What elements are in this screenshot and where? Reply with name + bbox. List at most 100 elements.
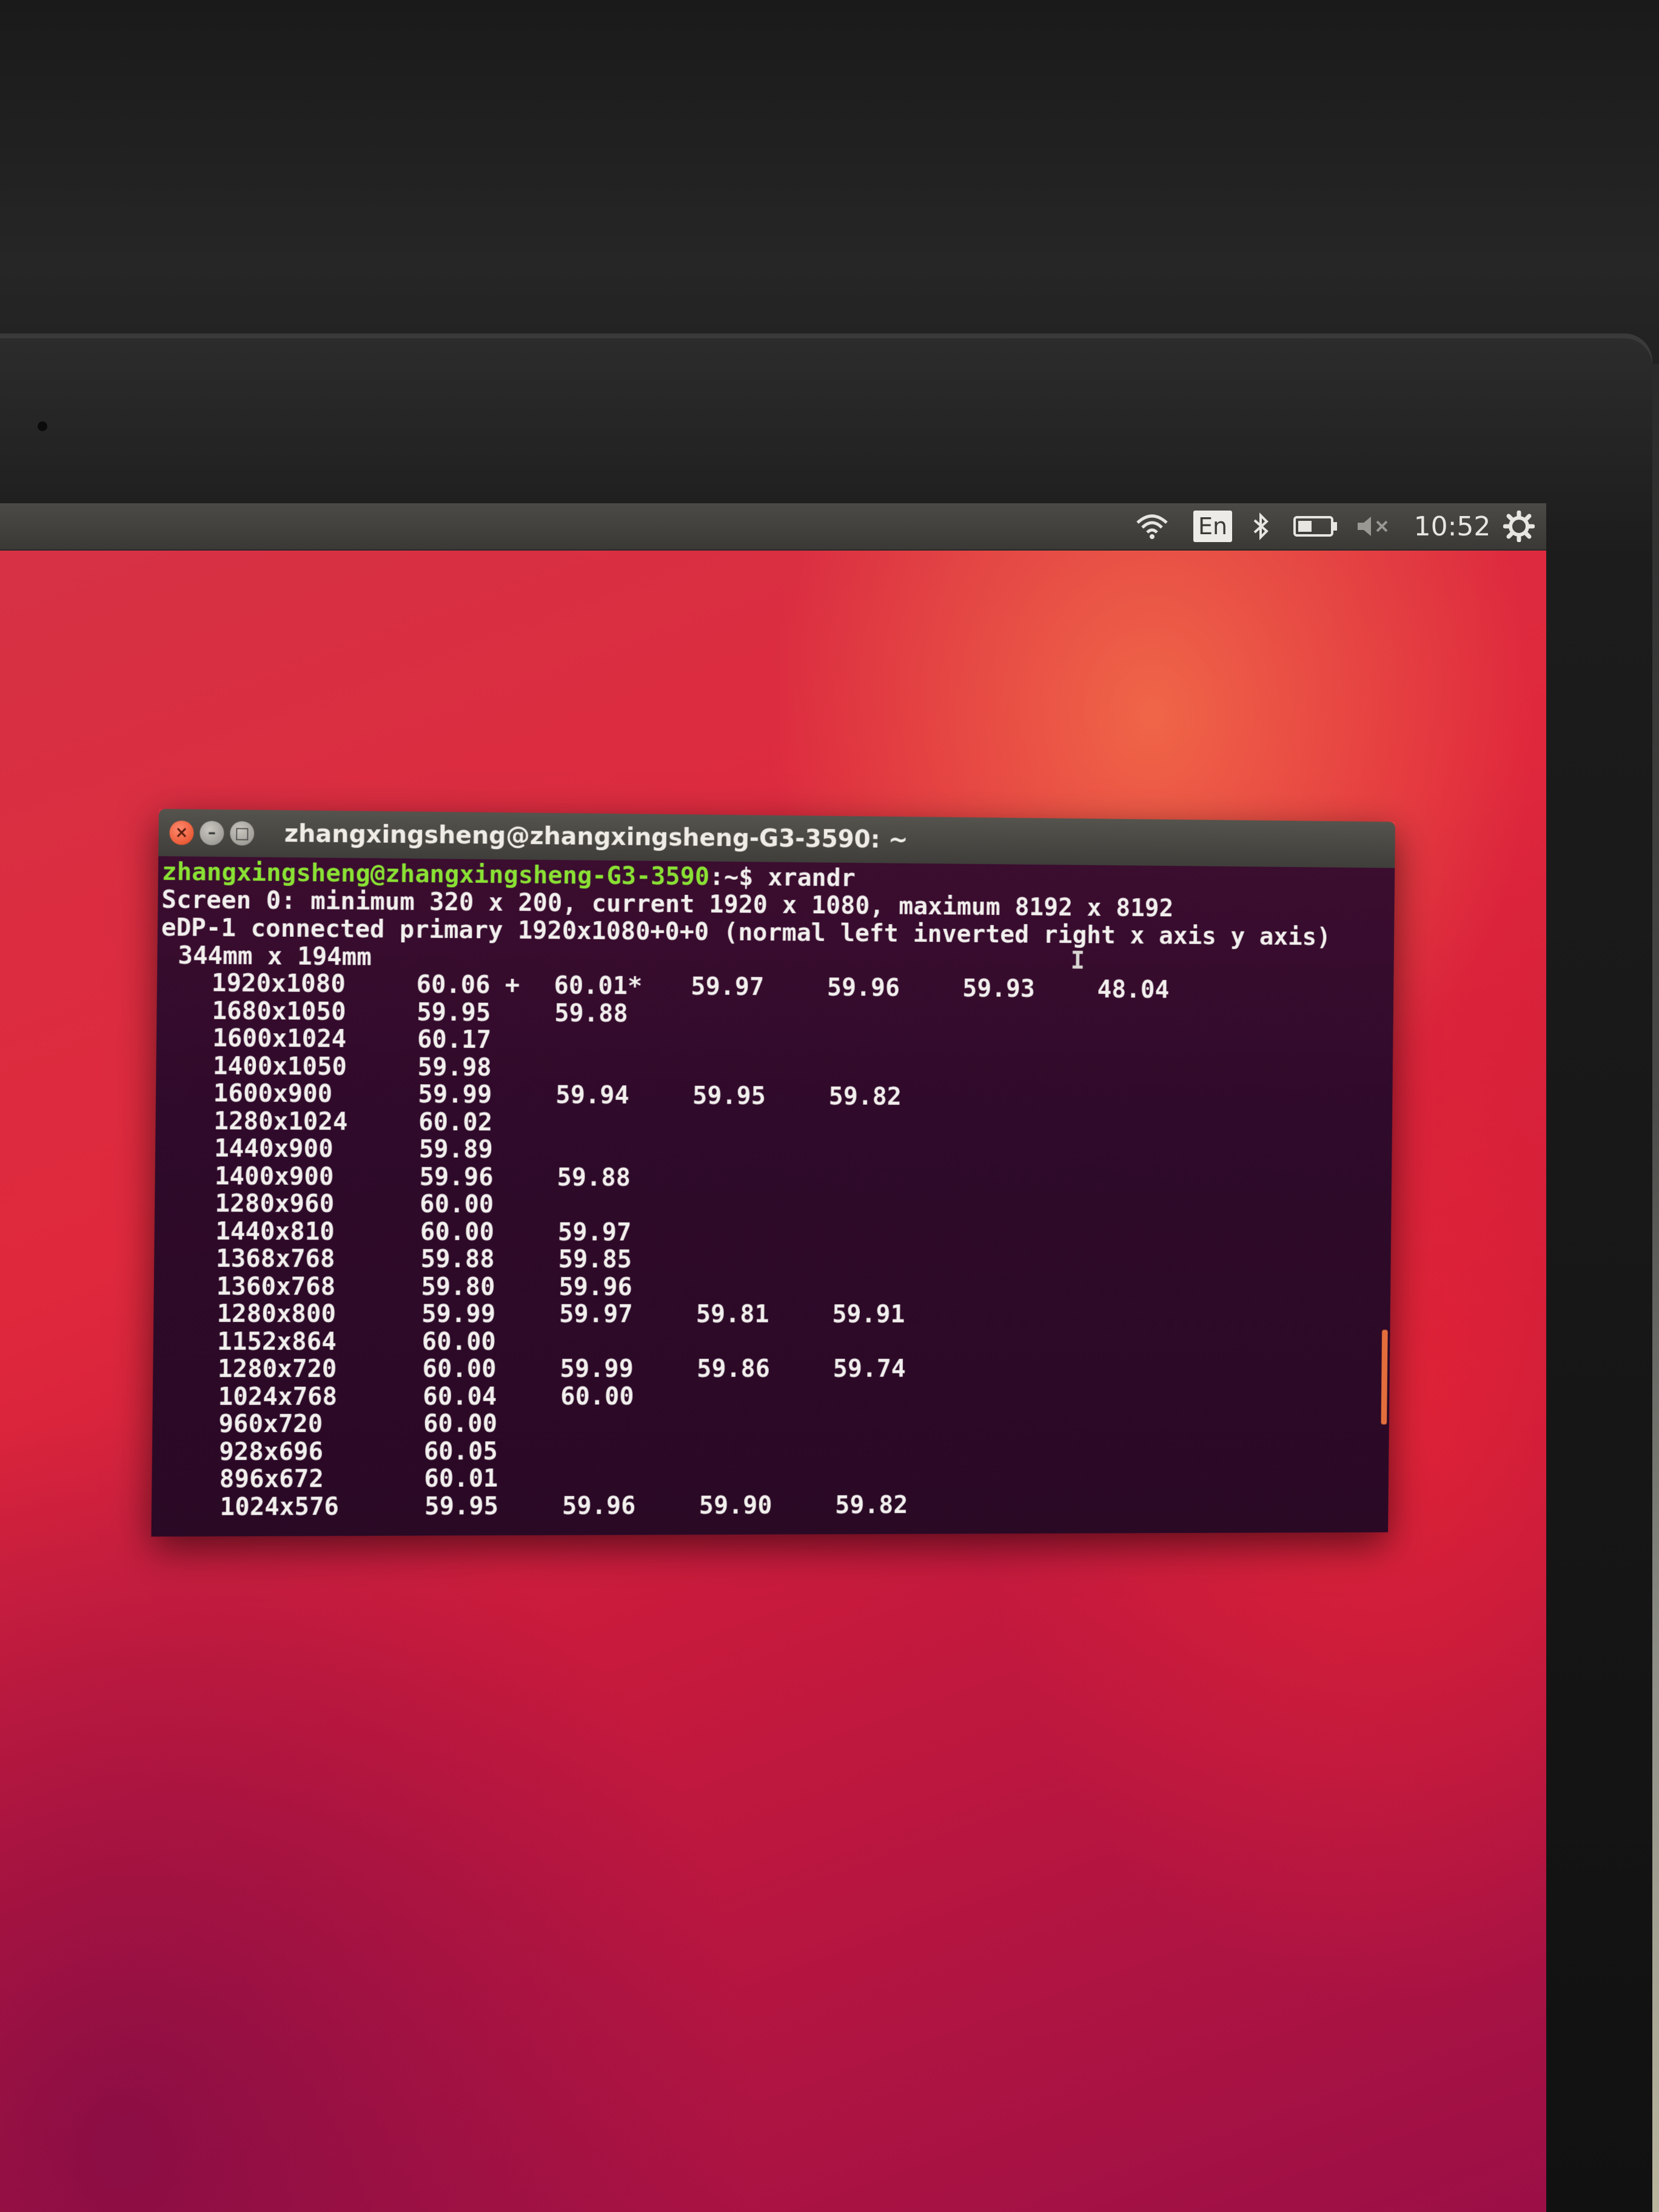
mode-refresh-rate: 59.96 xyxy=(561,1490,636,1520)
mode-refresh-rate: 60.00 xyxy=(421,1326,497,1356)
mode-row: 1280x1024 60.02 xyxy=(155,1105,1392,1139)
mode-refresh-rate: 59.99 xyxy=(560,1354,634,1383)
prompt-path: :~$ xyxy=(709,862,768,892)
mode-refresh-rate: 59.82 xyxy=(835,1490,908,1520)
mode-refresh-rate: 59.95 xyxy=(424,1491,499,1521)
mode-refresh-rate: 60.01 xyxy=(424,1463,498,1493)
command-text: xrandr xyxy=(768,862,856,893)
mode-refresh-rate: 60.00 xyxy=(420,1189,494,1219)
mode-row: 1440x810 60.00 59.97 xyxy=(154,1216,1391,1247)
webcam-dot xyxy=(38,421,47,431)
clock[interactable]: 10:52 xyxy=(1407,503,1498,549)
mode-resolution: 1024x576 xyxy=(220,1491,340,1521)
mode-refresh-rate: 59.97 xyxy=(557,1217,632,1247)
mode-refresh-rate: 60.00 xyxy=(423,1409,498,1438)
mode-refresh-rate: 59.98 xyxy=(417,1052,492,1082)
mode-row: 1440x900 59.89 xyxy=(155,1133,1392,1166)
mode-resolution: 1280x720 xyxy=(217,1354,337,1383)
mode-resolution: 1400x900 xyxy=(214,1161,334,1191)
mode-resolution: 1400x1050 xyxy=(212,1051,347,1081)
mode-resolution: 1600x900 xyxy=(213,1078,333,1108)
mode-refresh-rate: 59.88 xyxy=(420,1244,495,1273)
mode-row: 1280x800 59.99 59.97 59.81 59.91 xyxy=(153,1299,1390,1329)
mode-refresh-rate: 59.90 xyxy=(699,1490,773,1520)
mode-refresh-rate: 60.04 xyxy=(423,1381,497,1411)
maximize-icon[interactable]: □ xyxy=(230,821,255,846)
mode-row: 1024x768 60.04 60.00 xyxy=(153,1381,1390,1411)
mode-refresh-rate: 59.82 xyxy=(828,1081,902,1111)
mode-resolution: 1368x768 xyxy=(215,1244,335,1273)
mode-refresh-rate: 60.00 xyxy=(560,1381,634,1410)
mode-resolution: 1440x810 xyxy=(215,1216,335,1246)
mode-resolution: 1440x900 xyxy=(213,1133,333,1164)
mode-refresh-rate: 60.00 xyxy=(420,1216,495,1246)
mode-resolution: 960x720 xyxy=(218,1409,323,1438)
terminal-title: zhangxingsheng@zhangxingsheng-G3-3590: ~ xyxy=(284,820,908,854)
mode-refresh-rate: 59.85 xyxy=(558,1244,632,1274)
mode-refresh-rate: 59.94 xyxy=(555,1080,629,1110)
mode-refresh-rate: 59.97 xyxy=(691,971,765,1001)
mode-refresh-rate: 59.96 xyxy=(826,973,900,1002)
language-label: En xyxy=(1193,511,1233,542)
mode-refresh-rate: 59.88 xyxy=(557,1162,631,1191)
mode-refresh-rate: 59.96 xyxy=(558,1272,632,1301)
mode-refresh-rate: 59.88 xyxy=(554,998,628,1028)
terminal-output[interactable]: zhangxingsheng@zhangxingsheng-G3-3590:~$… xyxy=(151,856,1395,1537)
mode-row: 1360x768 59.80 59.96 xyxy=(154,1271,1391,1301)
mode-resolution: 928x696 xyxy=(218,1436,324,1466)
mode-refresh-rate: 60.06 + xyxy=(416,970,520,1000)
mode-row: 1152x864 60.00 xyxy=(153,1326,1390,1356)
mode-resolution: 1360x768 xyxy=(216,1271,336,1301)
mode-row: 1368x768 59.88 59.85 xyxy=(154,1244,1391,1274)
mode-refresh-rate: 59.96 xyxy=(419,1162,494,1191)
mode-resolution: 896x672 xyxy=(219,1464,324,1493)
mode-refresh-rate: 59.80 xyxy=(421,1272,495,1301)
mode-resolution: 1024x768 xyxy=(218,1381,338,1411)
mode-refresh-rate: 59.91 xyxy=(832,1299,905,1329)
mode-refresh-rate: 59.99 xyxy=(421,1299,496,1329)
mode-resolution: 1280x960 xyxy=(215,1188,335,1218)
battery-icon[interactable] xyxy=(1285,503,1346,549)
mode-row: 1024x576 59.95 59.96 59.90 59.82 xyxy=(152,1490,1389,1521)
mode-resolution: 1280x800 xyxy=(216,1299,337,1329)
mode-row: 1280x720 60.00 59.99 59.86 59.74 xyxy=(153,1354,1390,1383)
terminal-window[interactable]: × – □ zhangxingsheng@zhangxingsheng-G3-3… xyxy=(151,809,1396,1537)
mode-resolution: 1280x1024 xyxy=(213,1105,348,1136)
mode-row: 896x672 60.01 xyxy=(152,1463,1389,1493)
mode-refresh-rate: 59.93 xyxy=(962,973,1035,1003)
mode-refresh-rate: 60.02 xyxy=(418,1107,493,1136)
mode-refresh-rate: 59.95 xyxy=(692,1081,766,1110)
terminal-scrollbar[interactable] xyxy=(1381,1330,1388,1425)
mode-refresh-rate: 59.86 xyxy=(697,1354,771,1383)
mode-row: 960x720 60.00 xyxy=(152,1409,1389,1438)
mode-refresh-rate: 59.99 xyxy=(418,1079,492,1109)
mode-row: 1400x900 59.96 59.88 xyxy=(155,1161,1392,1193)
text-cursor-icon: I xyxy=(1070,947,1085,975)
mode-resolution: 1600x1024 xyxy=(212,1023,347,1053)
mode-refresh-rate: 59.97 xyxy=(558,1299,633,1329)
mode-refresh-rate: 60.05 xyxy=(423,1436,498,1466)
mode-refresh-rate: 48.04 xyxy=(1097,974,1170,1004)
gear-icon[interactable] xyxy=(1498,503,1540,549)
mode-resolution: 1920x1080 xyxy=(211,968,346,999)
mode-refresh-rate: 59.95 xyxy=(417,997,491,1027)
top-panel: En 10:52 xyxy=(0,503,1546,551)
physical-size-line: 344mm x 194mm xyxy=(178,940,372,971)
mode-refresh-rate: 60.17 xyxy=(417,1024,492,1054)
mode-refresh-rate: 60.01* xyxy=(554,970,643,1000)
bluetooth-icon[interactable] xyxy=(1243,503,1279,549)
mode-resolution: 1152x864 xyxy=(216,1326,337,1356)
minimize-icon[interactable]: – xyxy=(199,820,224,846)
mode-row: 1280x960 60.00 xyxy=(155,1188,1392,1219)
mode-refresh-rate: 60.00 xyxy=(422,1354,497,1383)
volume-muted-icon[interactable] xyxy=(1349,503,1398,549)
mode-refresh-rate: 59.89 xyxy=(418,1134,494,1164)
keyboard-language-indicator[interactable]: En xyxy=(1191,503,1234,549)
photo-scene: En 10:52 × – □ zhangxingsheng@zhangxings… xyxy=(0,0,1659,2212)
close-icon[interactable]: × xyxy=(169,820,194,845)
mode-row: 928x696 60.05 xyxy=(152,1436,1389,1466)
mode-refresh-rate: 59.81 xyxy=(695,1299,769,1329)
mode-resolution: 1680x1050 xyxy=(212,996,346,1026)
wifi-icon[interactable] xyxy=(1128,503,1176,549)
desktop-screen: En 10:52 × – □ zhangxingsheng@zhangxings… xyxy=(0,503,1546,2212)
